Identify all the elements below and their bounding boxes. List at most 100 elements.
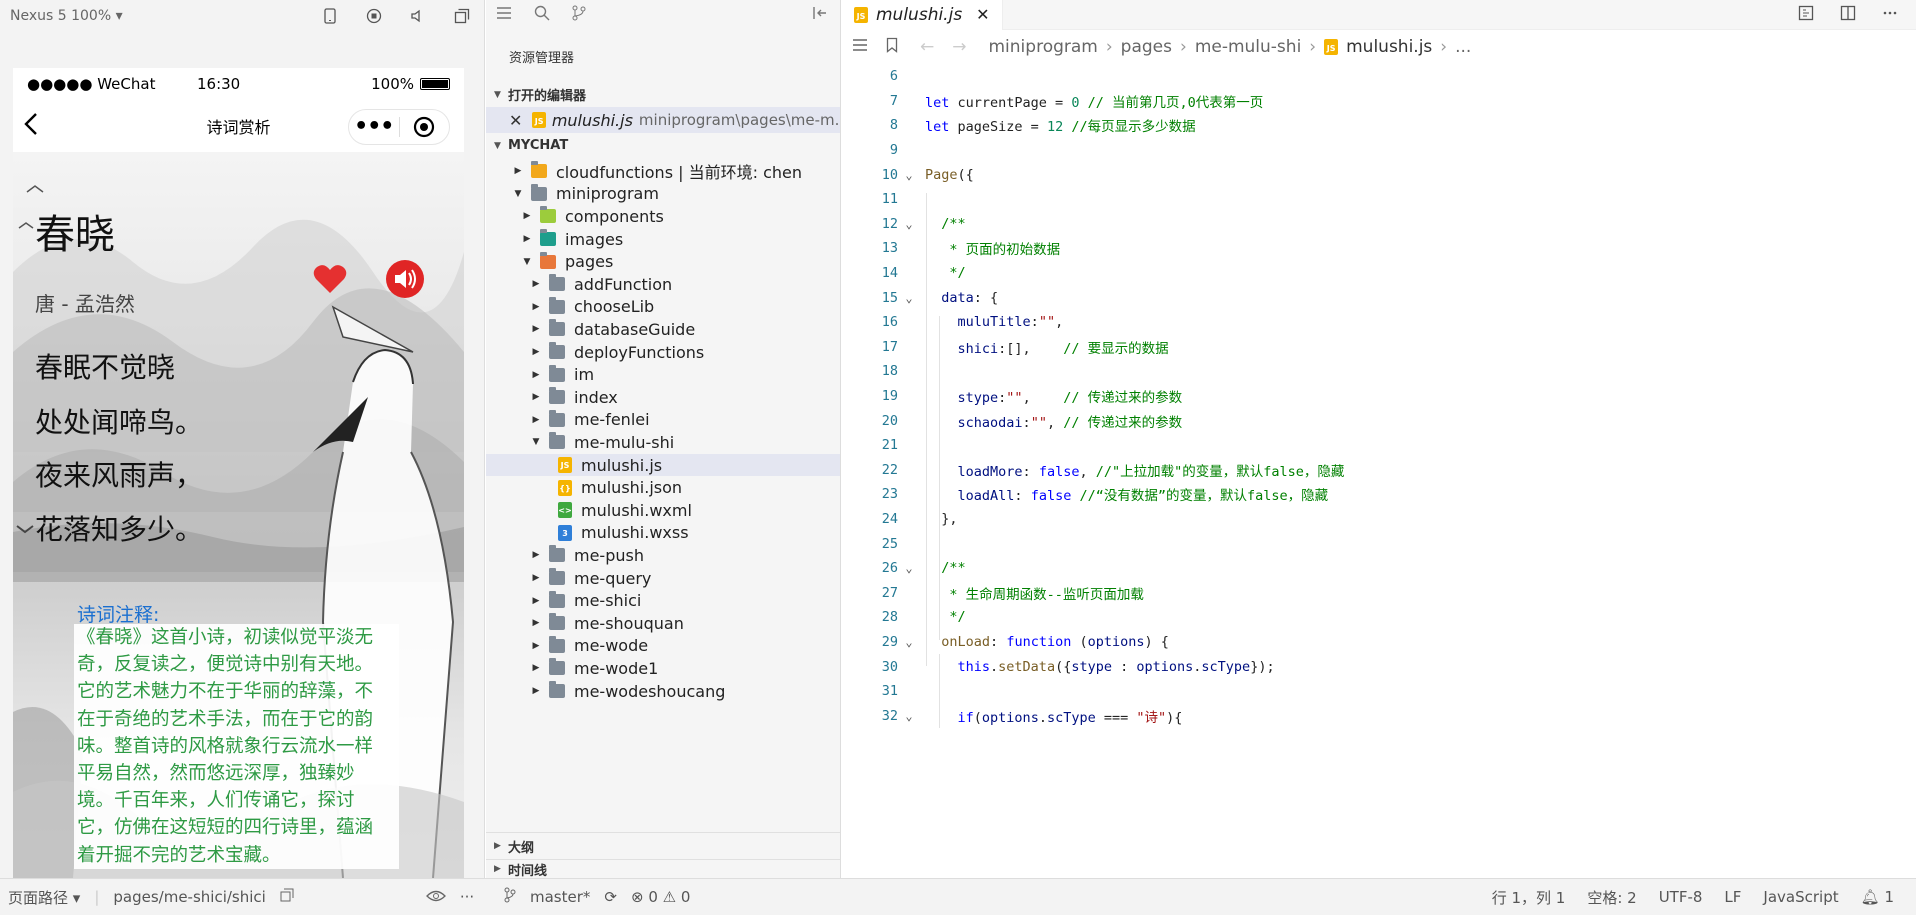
folder-item[interactable]: ▶ me-query — [486, 567, 840, 590]
close-icon[interactable]: ✕ — [976, 5, 989, 24]
list-icon[interactable] — [496, 6, 512, 24]
list-icon[interactable] — [852, 37, 868, 57]
code-editor-pane: JS mulushi.js ✕ ← → miniprogram › pages … — [842, 0, 1916, 878]
folder-item[interactable]: ▶ me-wode — [486, 635, 840, 658]
file-item[interactable]: {} mulushi.json — [486, 476, 840, 499]
code-text: onLoad: function (options) { — [941, 634, 1169, 651]
folder-item[interactable]: ▶ me-fenlei — [486, 409, 840, 432]
timeline-section[interactable]: ▶ 时间线 — [486, 859, 840, 879]
folder-item[interactable]: ▼ me-mulu-shi — [486, 431, 840, 454]
page-path-selector[interactable]: 页面路径 ▾ — [8, 887, 80, 908]
fold-chevron-icon[interactable]: ⌄ — [898, 291, 920, 305]
folder-item[interactable]: ▶ index — [486, 386, 840, 409]
folder-item[interactable]: ▼ pages — [486, 250, 840, 273]
folder-item[interactable]: ▶ addFunction — [486, 273, 840, 296]
collapse-panel-icon[interactable] — [812, 6, 828, 24]
folder-icon — [549, 635, 565, 653]
nav-forward-icon[interactable]: → — [952, 37, 966, 57]
more-actions-icon[interactable] — [1882, 5, 1898, 25]
file-item[interactable]: 3 mulushi.wxss — [486, 522, 840, 545]
phone-icon[interactable] — [321, 7, 339, 25]
line-number: 17 — [881, 338, 898, 355]
open-editors-header[interactable]: ▼ 打开的编辑器 — [486, 82, 840, 107]
open-editor-item[interactable]: ✕ JS mulushi.js miniprogram\pages\me-m..… — [486, 107, 840, 133]
poem-title: 春晓 — [35, 212, 115, 258]
fold-chevron-icon[interactable]: ⌄ — [898, 168, 920, 182]
folder-item[interactable]: ▶ me-wode1 — [486, 657, 840, 680]
record-icon[interactable] — [365, 7, 383, 25]
folder-item[interactable]: ▶ im — [486, 363, 840, 386]
breadcrumb-item[interactable]: me-mulu-shi — [1195, 37, 1301, 57]
code-line: 17 shici:[], // 要显示的数据 — [842, 335, 1916, 360]
editor-tab-active[interactable]: JS mulushi.js ✕ — [842, 0, 1003, 30]
code-text: stype:"", // 传递过来的参数 — [957, 390, 1183, 407]
breadcrumb-item[interactable]: miniprogram — [989, 37, 1098, 57]
fold-chevron-icon[interactable]: ⌄ — [898, 561, 920, 575]
sync-icon[interactable]: ⟳ — [604, 888, 617, 906]
outline-section[interactable]: ▶ 大纲 — [486, 832, 840, 859]
git-branch[interactable]: master* — [530, 888, 590, 906]
end-of-line[interactable]: LF — [1724, 888, 1741, 906]
folder-item[interactable]: ▶ me-shici — [486, 589, 840, 612]
folder-item[interactable]: ▶ me-shouquan — [486, 612, 840, 635]
indent-guide — [939, 654, 940, 729]
indentation[interactable]: 空格: 2 — [1587, 887, 1636, 908]
folder-icon — [549, 319, 565, 337]
fold-chevron-icon[interactable]: ⌄ — [898, 217, 920, 231]
close-icon[interactable]: ✕ — [509, 111, 522, 130]
workspace-header[interactable]: ▼ MYCHAT — [486, 133, 840, 158]
file-item[interactable]: <> mulushi.wxml — [486, 499, 840, 522]
folder-item[interactable]: ▼ miniprogram — [486, 183, 840, 206]
phone-screen: ●●●●● WeChat 16:30 100% 诗词赏析 ••• 春晓 唐 - … — [13, 68, 464, 878]
cursor-position[interactable]: 行 1，列 1 — [1492, 887, 1566, 908]
language-mode[interactable]: JavaScript — [1763, 888, 1838, 906]
poem-line: 夜来风雨声， — [35, 459, 204, 492]
notifications[interactable]: 🔔︎ 1 — [1861, 888, 1894, 906]
folder-item[interactable]: ▶ databaseGuide — [486, 318, 840, 341]
eye-icon[interactable] — [425, 888, 446, 906]
folder-icon — [549, 681, 565, 699]
line-number: 26 — [881, 560, 898, 577]
folder-item[interactable]: ▶ chooseLib — [486, 296, 840, 319]
nav-back-icon[interactable]: ← — [920, 37, 934, 57]
encoding[interactable]: UTF-8 — [1659, 888, 1703, 906]
fold-chevron-icon[interactable]: ⌄ — [898, 709, 920, 723]
folder-icon — [549, 409, 565, 427]
line-number: 6 — [889, 68, 898, 85]
device-selector[interactable]: Nexus 5 100% ▾ — [10, 8, 321, 24]
line-number: 20 — [881, 412, 898, 429]
file-item[interactable]: JS mulushi.js — [486, 453, 840, 477]
back-arrow-icon[interactable] — [23, 112, 39, 140]
compare-changes-icon[interactable] — [1798, 5, 1814, 25]
close-mini-program-icon[interactable] — [399, 116, 449, 138]
folder-item[interactable]: ▶ me-wodeshoucang — [486, 680, 840, 703]
code-area[interactable]: 6 7 let currentPage = 0 // 当前第几页,0代表第一页 8 le… — [842, 64, 1916, 878]
more-menu-button[interactable]: ••• — [349, 109, 399, 145]
favorite-heart-icon[interactable] — [313, 264, 347, 298]
more-actions-icon[interactable]: ··· — [460, 888, 474, 906]
tree-item-label: addFunction — [574, 274, 673, 294]
code-text: let pageSize = 12 //每页显示多少数据 — [925, 119, 1196, 136]
folder-item[interactable]: ▶ components — [486, 205, 840, 228]
folder-item[interactable]: ▶ me-push — [486, 544, 840, 567]
folder-item[interactable]: ▶ cloudfunctions | 当前环境: chen — [486, 160, 840, 183]
fold-chevron-icon[interactable]: ⌄ — [898, 635, 920, 649]
windows-icon[interactable] — [453, 7, 471, 25]
folder-item[interactable]: ▶ images — [486, 228, 840, 251]
split-editor-icon[interactable] — [1840, 5, 1856, 25]
breadcrumb-item[interactable]: ... — [1455, 37, 1471, 57]
breadcrumb-item[interactable]: mulushi.js — [1346, 37, 1432, 57]
folder-item[interactable]: ▶ deployFunctions — [486, 341, 840, 364]
search-icon[interactable] — [534, 5, 550, 25]
speaker-audio-icon[interactable] — [386, 260, 424, 302]
notes-line: 平易自然，然而悠远深厚，独臻妙 — [77, 763, 355, 785]
problems-count[interactable]: ⊗ 0 ⚠ 0 — [631, 888, 690, 906]
notes-line: 它的艺术魅力不在于华丽的辞藻，不 — [77, 681, 374, 703]
breadcrumb-item[interactable]: pages — [1121, 37, 1172, 57]
bookmark-icon[interactable] — [886, 37, 898, 58]
code-text: loadAll: false //“没有数据”的变量，默认false，隐藏 — [957, 488, 1329, 505]
source-control-icon[interactable] — [572, 5, 586, 25]
volume-icon[interactable] — [409, 7, 427, 25]
tree-item-label: mulushi.wxss — [581, 523, 689, 543]
copy-icon[interactable] — [280, 888, 294, 906]
